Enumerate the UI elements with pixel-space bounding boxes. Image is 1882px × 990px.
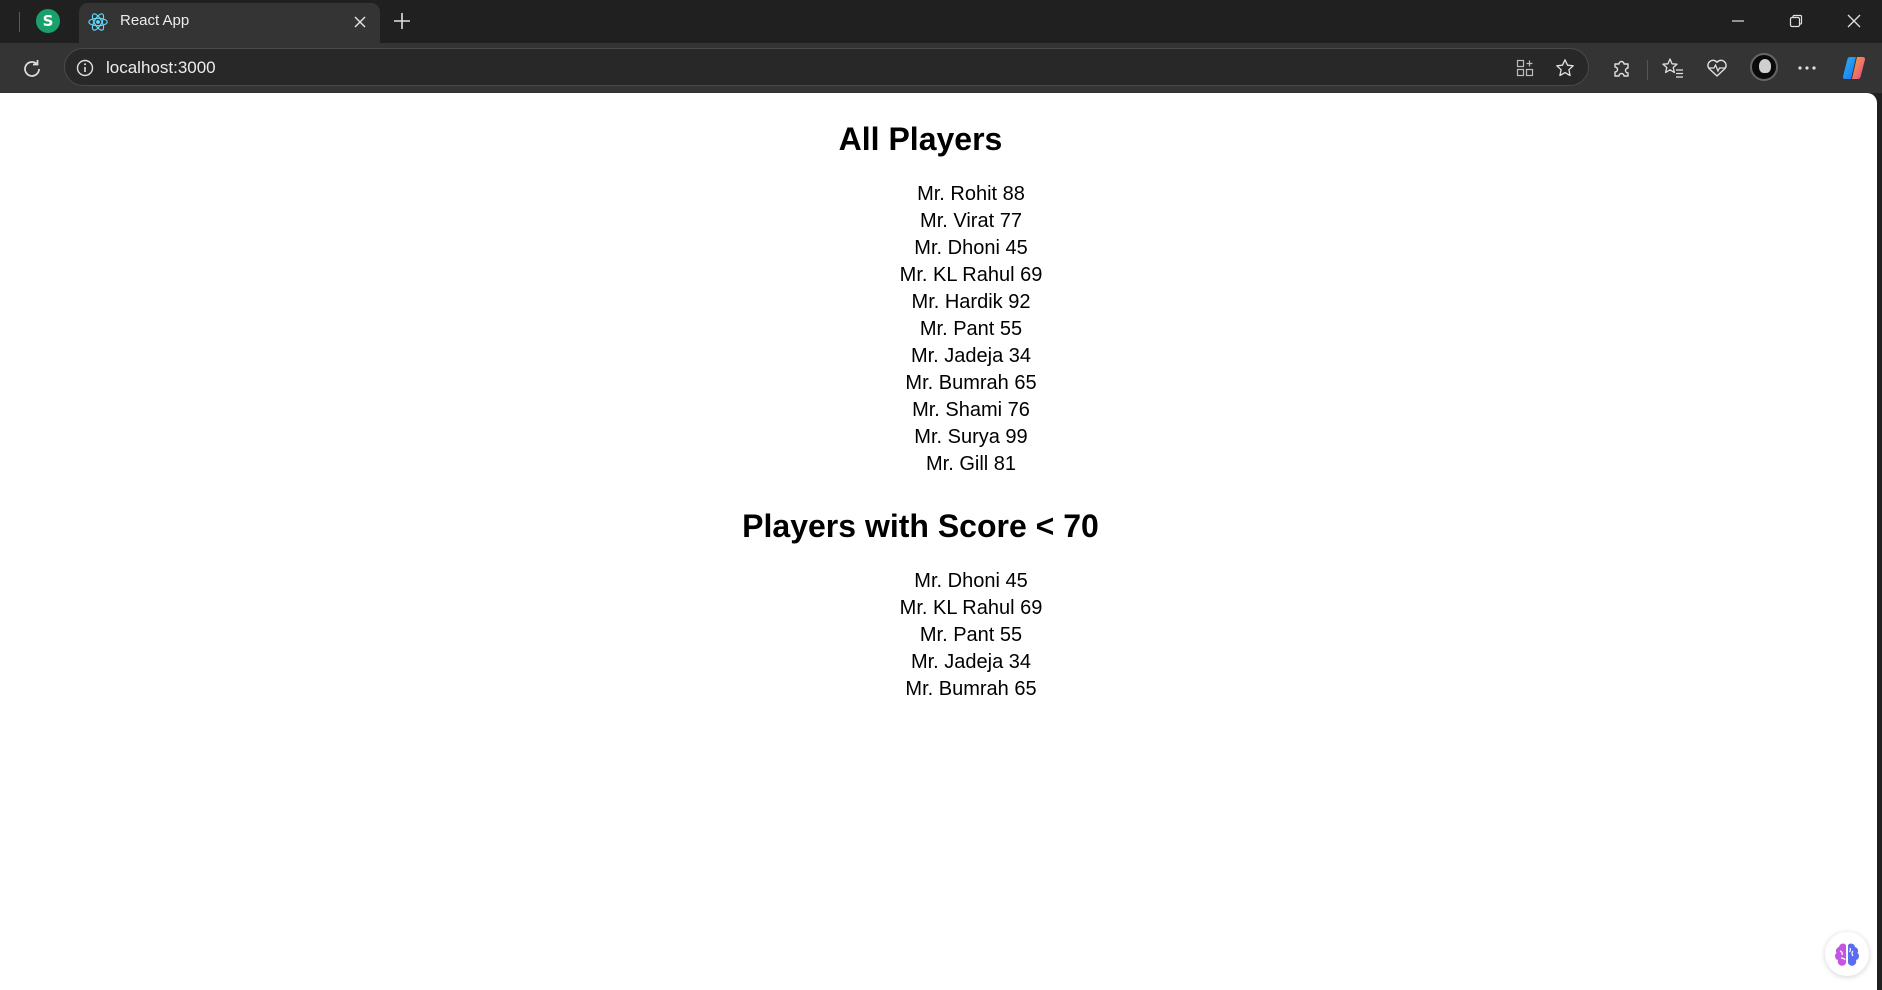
tab-title: React App [120,12,190,29]
player-entry: Mr. Bumrah 65 [905,678,1037,700]
all-players-heading: All Players [838,121,1003,157]
browser-toolbar: localhost:3000 [0,43,1882,93]
minimize-icon [1732,20,1744,22]
app-grid-icon [1516,59,1534,77]
react-logo-icon [88,13,108,31]
restore-icon [1789,14,1803,28]
star-icon [1556,59,1574,77]
close-window-button[interactable] [1832,6,1876,36]
new-tab-button[interactable] [388,7,416,35]
profile-avatar[interactable] [1750,53,1778,81]
list-item: Mr. Dhoni 45 [0,568,1877,595]
list-item: Mr. Gill 81 [0,451,1877,478]
reload-button[interactable] [16,53,48,85]
low-score-heading: Players with Score < 70 [742,508,1099,544]
favorites-button[interactable] [1657,52,1689,84]
restore-button[interactable] [1774,6,1818,36]
pinned-tab[interactable]: S [36,9,60,33]
tab-strip: S React App [0,0,1882,43]
all-players-list: Mr. Rohit 88 Mr. Virat 77 Mr. Dhoni 45 M… [0,181,1877,478]
reload-icon [24,60,40,77]
list-item: Mr. Shami 76 [0,397,1877,424]
brain-icon [1834,943,1860,966]
player-entry: Mr. Rohit 88 [917,183,1025,205]
list-item: Mr. Jadeja 34 [0,343,1877,370]
player-entry: Mr. Gill 81 [925,453,1017,475]
player-entry: Mr. Bumrah 65 [905,372,1037,394]
list-item: Mr. Pant 55 [0,622,1877,649]
close-icon [1847,14,1861,28]
list-item: Mr. Bumrah 65 [0,676,1877,703]
plus-icon [394,13,410,29]
close-icon [354,16,366,28]
low-score-players-list: Mr. Dhoni 45 Mr. KL Rahul 69 Mr. Pant 55… [0,568,1877,703]
player-entry: Mr. Hardik 92 [911,291,1031,313]
player-entry: Mr. Shami 76 [912,399,1030,421]
player-entry: Mr. Dhoni 45 [914,237,1028,259]
floating-assistant-button[interactable] [1825,932,1869,976]
player-entry: Mr. KL Rahul 69 [899,264,1043,286]
puzzle-icon [1614,60,1629,77]
settings-more-button[interactable] [1791,52,1823,84]
list-item: Mr. Surya 99 [0,424,1877,451]
list-item: Mr. KL Rahul 69 [0,595,1877,622]
list-item: Mr. Hardik 92 [0,289,1877,316]
copilot-icon [1842,56,1866,80]
close-tab-button[interactable] [350,12,370,32]
minimize-button[interactable] [1716,6,1760,36]
browser-essentials-button[interactable] [1701,52,1733,84]
list-item: Mr. Jadeja 34 [0,649,1877,676]
more-icon [1798,66,1816,70]
list-item: Mr. KL Rahul 69 [0,262,1877,289]
address-url[interactable]: localhost:3000 [106,58,216,78]
list-item: Mr. Pant 55 [0,316,1877,343]
page-viewport: All Players Mr. Rohit 88 Mr. Virat 77 Mr… [0,93,1877,990]
pinned-tab-letter: S [42,12,54,30]
list-item: Mr. Dhoni 45 [0,235,1877,262]
tab-react-app[interactable]: React App [79,3,380,43]
favorites-icon [1662,58,1683,78]
app-available-button[interactable] [1513,56,1537,80]
copilot-button[interactable] [1838,52,1870,84]
info-icon[interactable] [75,58,95,78]
player-entry: Mr. Pant 55 [919,624,1023,646]
player-entry: Mr. KL Rahul 69 [899,597,1043,619]
player-entry: Mr. Pant 55 [919,318,1023,340]
favorite-button[interactable] [1553,56,1577,80]
list-item: Mr. Rohit 88 [0,181,1877,208]
tab-separator [19,12,20,32]
player-entry: Mr. Surya 99 [914,426,1028,448]
heart-pulse-icon [1707,59,1727,77]
address-bar[interactable]: localhost:3000 [64,48,1589,86]
player-entry: Mr. Dhoni 45 [914,570,1028,592]
player-entry: Mr. Jadeja 34 [910,651,1032,673]
toolbar-divider [1647,60,1648,80]
window-right-edge [1877,93,1882,990]
list-item: Mr. Bumrah 65 [0,370,1877,397]
player-entry: Mr. Virat 77 [920,210,1022,232]
list-item: Mr. Virat 77 [0,208,1877,235]
player-entry: Mr. Jadeja 34 [910,345,1032,367]
extensions-button[interactable] [1606,52,1638,84]
